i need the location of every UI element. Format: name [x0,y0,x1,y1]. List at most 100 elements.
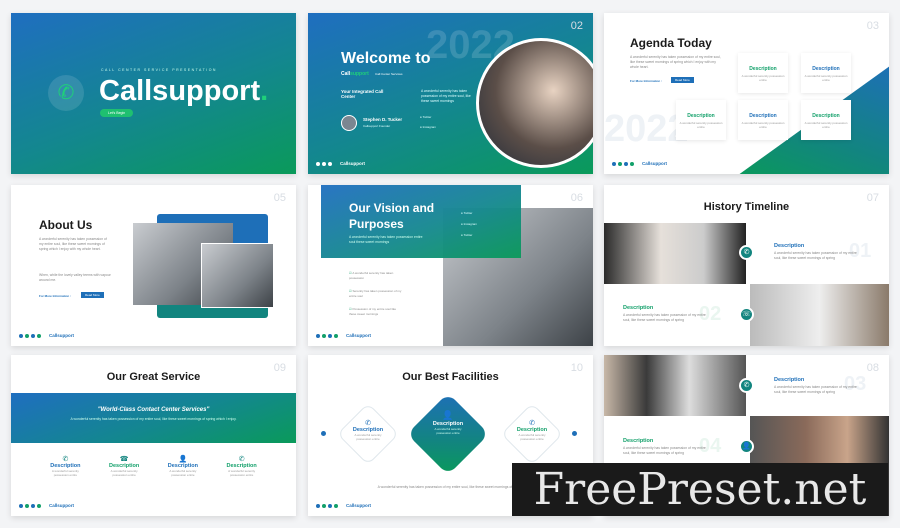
slide-9-service[interactable]: 09 Our Great Service "World-Class Contac… [11,355,296,516]
brand: Callsupport Call Center Services [341,71,403,77]
service-item-text: A wonderful serenity possession entire [169,469,197,477]
telephone-icon: ☎ [119,456,129,463]
nav-dot[interactable] [31,333,35,338]
nav-dot[interactable] [328,503,332,508]
nav-dot[interactable] [25,503,29,508]
slide-7-timeline[interactable]: 07 History Timeline ✆ ☏ 01 Description A… [604,185,889,346]
phone-ring-icon: ✆ [529,420,535,427]
card-text: A wonderful serenity possession entire [679,121,723,129]
prev-arrow[interactable] [321,431,326,436]
facility-item[interactable]: 👤 Description A wonderful serenity possess… [418,410,478,435]
phone-ring-icon: ✆ [238,456,245,463]
vision-list: ☑ A wonderful serenity has taken possess… [349,271,404,317]
nav-dot[interactable] [37,503,41,508]
social-item[interactable]: ● Twitter [461,208,477,219]
nav-dot[interactable] [630,161,634,166]
nav-dot[interactable] [316,503,320,508]
cover-title-text: Callsupport [99,75,261,107]
slide-5-about[interactable]: 05 About Us A wonderful serenity has tak… [11,185,296,346]
nav-dot[interactable] [19,333,23,338]
timeline-desc-text: A wonderful serenity has taken possessio… [623,446,706,455]
cover-title-dot: . [260,75,269,107]
nav-dot[interactable] [322,333,326,338]
service-item[interactable]: ☎ Description A wonderful serenity possess… [95,455,154,477]
service-item[interactable]: ✆ Description A wonderful serenity possess… [36,455,95,477]
service-items: ✆ Description A wonderful serenity possess… [36,455,271,477]
timeline-desc-title: Description [774,243,805,249]
slide-footer: Callsupport [612,161,667,166]
social-instagram[interactable]: ● Instagram [420,125,436,129]
slide-6-vision[interactable]: 06 Our Vision and Purposes A wonderful s… [308,185,593,346]
agenda-card[interactable]: Description A wonderful serenity possessi… [738,53,788,93]
service-item[interactable]: 👤 Description A wonderful serenity possess… [154,455,213,477]
agenda-card[interactable]: Description A wonderful serenity possessi… [738,100,788,140]
nav-dot[interactable] [322,161,326,166]
team-photo [476,38,593,168]
nav-dot[interactable] [334,503,338,508]
nav-dot[interactable] [322,503,326,508]
timeline-desc-title: Description [623,438,654,444]
nav-dot[interactable] [31,503,35,508]
agenda-card[interactable]: Description A wonderful serenity possessi… [676,100,726,140]
service-item-text: A wonderful serenity possession entire [110,469,138,477]
social-label: Twitter [463,233,473,237]
agenda-card[interactable]: Description A wonderful serenity possessi… [801,53,851,93]
watermark-banner: FreePreset.net [512,463,888,516]
agent-icon: 👤 [178,456,188,463]
card-text: A wonderful serenity possession entire [741,74,785,82]
founder-name: Stephen D. Tucker [363,117,403,122]
read-more-button[interactable]: Read More [671,77,694,83]
slide-number: 02 [570,20,583,32]
nav-dot[interactable] [328,161,332,166]
nav-dot[interactable] [19,503,23,508]
card-text: A wonderful serenity possession entire [804,74,848,82]
next-arrow[interactable] [572,431,577,436]
call-center-photo [201,243,274,308]
service-item-text: A wonderful serenity possession entire [228,469,256,477]
social-label: Twitter [463,211,473,215]
nav-dot[interactable] [328,333,332,338]
check-icon: ☑ [349,289,352,293]
facility-item[interactable]: ✆ Description A wonderful serenity possess… [502,419,562,441]
slide-number: 08 [866,362,879,374]
slide-number: 03 [866,20,879,32]
facility-item[interactable]: ✆ Description A wonderful serenity possess… [338,419,398,441]
lets-begin-button[interactable]: Let's Begin [100,109,134,117]
footer-logo: Callsupport [346,333,372,338]
nav-dot[interactable] [624,161,628,166]
nav-dot[interactable] [316,333,320,338]
slide-1-cover[interactable]: ✆ CALL CENTER SERVICE PRESENTATION Calls… [11,13,296,174]
slide-3-agenda[interactable]: 03 2022 Agenda Today A wonderful serenit… [604,13,889,174]
card-title: Description [687,113,715,119]
slide-2-welcome[interactable]: 02 2022 Welcome to Callsupport Call Cent… [308,13,593,174]
office-photo [604,355,746,416]
service-text: A wonderful serenity has taken possessio… [70,417,237,421]
nav-dot[interactable] [612,161,616,166]
vision-title: Our Vision and Purposes [349,201,435,231]
more-info-link[interactable]: For More Information : [630,79,662,83]
nav-dot[interactable] [618,161,622,166]
timeline-title: History Timeline [703,201,790,213]
nav-dot[interactable] [25,333,29,338]
about-title: About Us [39,218,93,232]
card-title: Description [749,66,777,72]
social-twitter[interactable]: ● Twitter [420,115,431,119]
social-item[interactable]: ● Instagram [461,219,477,230]
agenda-card[interactable]: Description A wonderful serenity possessi… [801,100,851,140]
read-more-button[interactable]: Read More [81,292,104,298]
social-item[interactable]: ● Twitter [461,230,477,241]
nav-dot[interactable] [334,333,338,338]
more-info-link[interactable]: For More Information : [39,294,71,298]
list-item: ☑ A wonderful serenity has taken possess… [349,271,404,281]
facility-text: A wonderful serenity possession entire [354,433,382,441]
card-title: Description [812,113,840,119]
nav-dot[interactable] [316,161,320,166]
founder-role: Callsupport Founder [363,124,391,128]
footer-logo: Callsupport [49,503,75,508]
slide-footer: Callsupport [316,161,365,166]
service-item[interactable]: ✆ Description A wonderful serenity possess… [212,455,271,477]
telephone-icon: ☏ [739,307,754,322]
nav-dot[interactable] [37,333,41,338]
cover-title: Callsupport. [99,75,268,108]
meeting-photo [750,284,889,346]
